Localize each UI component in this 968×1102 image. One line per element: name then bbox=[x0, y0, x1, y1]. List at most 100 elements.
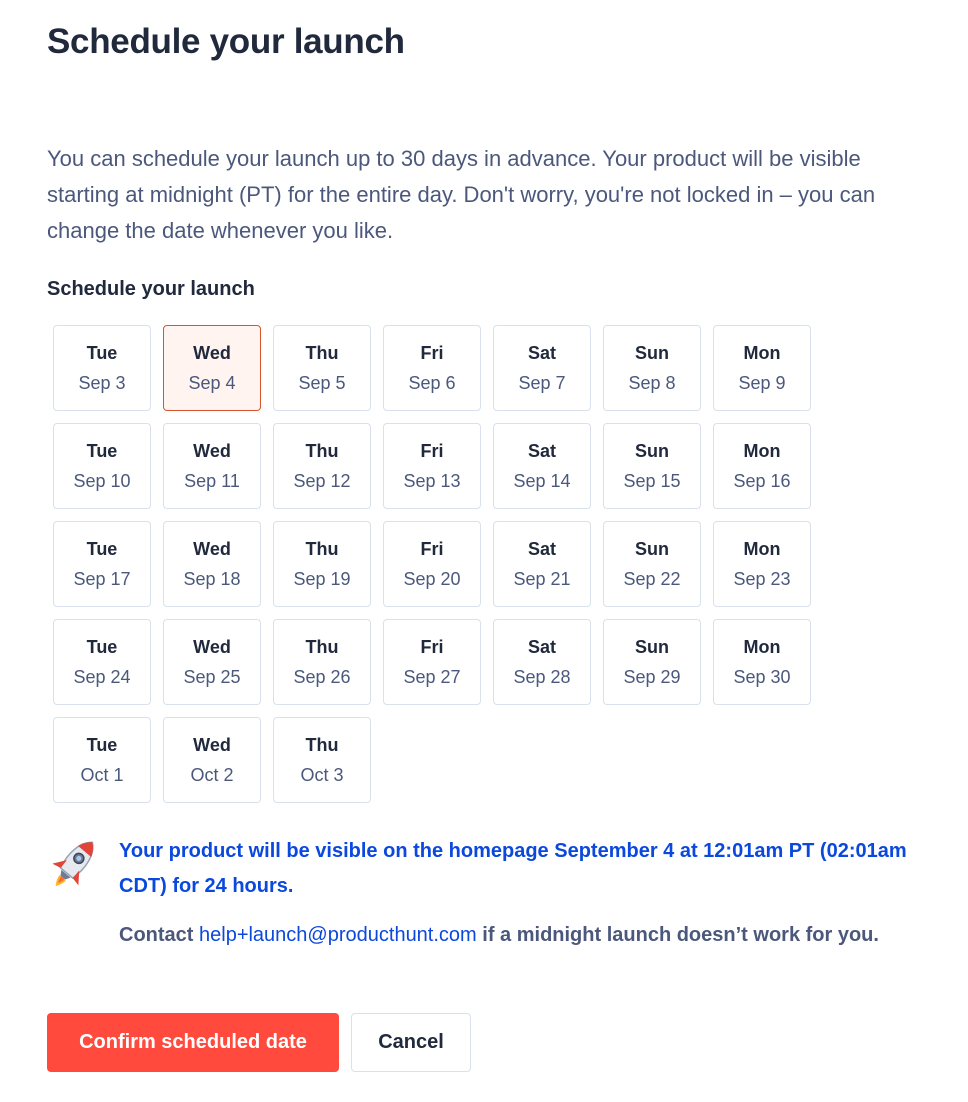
date-option-day: Fri bbox=[420, 343, 444, 363]
contact-email-link[interactable]: help+launch@producthunt.com bbox=[199, 924, 477, 946]
date-option-day: Fri bbox=[420, 637, 444, 657]
date-option-date: Sep 19 bbox=[293, 569, 351, 589]
date-option[interactable]: Tue Sep 24 bbox=[53, 619, 151, 705]
date-option[interactable]: Sun Sep 22 bbox=[603, 521, 701, 607]
date-option-day: Tue bbox=[86, 539, 118, 559]
date-option-day: Tue bbox=[86, 735, 118, 755]
date-option-date: Sep 20 bbox=[403, 569, 461, 589]
date-option[interactable]: Sat Sep 7 bbox=[493, 325, 591, 411]
date-option-day: Thu bbox=[305, 441, 339, 461]
page-title: Schedule your launch bbox=[47, 22, 405, 61]
date-option[interactable]: Thu Sep 5 bbox=[273, 325, 371, 411]
confirm-scheduled-date-button[interactable]: Confirm scheduled date bbox=[47, 1013, 339, 1072]
contact-notice: Contact help+launch@producthunt.com if a… bbox=[119, 918, 919, 953]
date-option-date: Oct 1 bbox=[80, 765, 124, 785]
date-option-date: Sep 5 bbox=[298, 373, 346, 393]
date-option-day: Wed bbox=[193, 343, 231, 363]
date-option-day: Sun bbox=[635, 441, 669, 461]
date-option-date: Sep 21 bbox=[513, 569, 571, 589]
date-option[interactable]: Wed Sep 4 bbox=[163, 325, 261, 411]
date-option-day: Thu bbox=[305, 343, 339, 363]
date-option-day: Tue bbox=[86, 637, 118, 657]
date-option-day: Wed bbox=[193, 735, 231, 755]
date-option-date: Sep 3 bbox=[78, 373, 126, 393]
date-option-date: Sep 24 bbox=[73, 667, 131, 687]
date-option-day: Mon bbox=[743, 343, 781, 363]
date-option-date: Sep 4 bbox=[188, 373, 236, 393]
date-option[interactable]: Wed Oct 2 bbox=[163, 717, 261, 803]
date-picker-grid: Tue Sep 3 Wed Sep 4 Thu Sep 5 Fri Sep 6 Sat Sep 7… bbox=[53, 325, 823, 803]
date-option-day: Mon bbox=[743, 637, 781, 657]
date-option[interactable]: Tue Sep 3 bbox=[53, 325, 151, 411]
date-option-date: Sep 16 bbox=[733, 471, 791, 491]
date-option-date: Sep 17 bbox=[73, 569, 131, 589]
date-option-day: Mon bbox=[743, 539, 781, 559]
date-option-date: Sep 14 bbox=[513, 471, 571, 491]
date-option-day: Thu bbox=[305, 539, 339, 559]
date-option-day: Thu bbox=[305, 637, 339, 657]
date-option-day: Wed bbox=[193, 539, 231, 559]
date-option-day: Sat bbox=[527, 441, 556, 461]
date-option[interactable]: Wed Sep 25 bbox=[163, 619, 261, 705]
date-option[interactable]: Fri Sep 27 bbox=[383, 619, 481, 705]
date-option-date: Sep 8 bbox=[628, 373, 676, 393]
date-option[interactable]: Thu Sep 26 bbox=[273, 619, 371, 705]
date-option-date: Sep 11 bbox=[184, 471, 240, 491]
date-option-day: Sat bbox=[527, 539, 556, 559]
date-option-day: Wed bbox=[193, 637, 231, 657]
date-option-date: Sep 22 bbox=[623, 569, 681, 589]
section-label: Schedule your launch bbox=[47, 278, 255, 300]
visibility-notice: Your product will be visible on the home… bbox=[119, 840, 907, 897]
contact-suffix: if a midnight launch doesn’t work for yo… bbox=[476, 924, 879, 946]
date-option[interactable]: Sun Sep 15 bbox=[603, 423, 701, 509]
contact-prefix: Contact bbox=[119, 924, 199, 946]
date-option-day: Fri bbox=[420, 441, 444, 461]
date-option[interactable]: Fri Sep 20 bbox=[383, 521, 481, 607]
action-buttons: Confirm scheduled date Cancel bbox=[47, 1013, 471, 1072]
date-option-day: Sun bbox=[635, 539, 669, 559]
date-option[interactable]: Fri Sep 13 bbox=[383, 423, 481, 509]
date-option-day: Sun bbox=[635, 343, 669, 363]
date-option-date: Oct 3 bbox=[300, 765, 344, 785]
date-option-date: Sep 25 bbox=[183, 667, 241, 687]
date-option[interactable]: Sun Sep 8 bbox=[603, 325, 701, 411]
date-option-date: Sep 7 bbox=[518, 373, 566, 393]
date-option[interactable]: Tue Sep 17 bbox=[53, 521, 151, 607]
cancel-button[interactable]: Cancel bbox=[351, 1013, 471, 1072]
date-option-date: Sep 27 bbox=[403, 667, 461, 687]
intro-text: You can schedule your launch up to 30 da… bbox=[47, 146, 876, 243]
date-option[interactable]: Thu Sep 19 bbox=[273, 521, 371, 607]
date-option[interactable]: Mon Sep 30 bbox=[713, 619, 811, 705]
date-option-day: Fri bbox=[420, 539, 444, 559]
date-option-day: Sat bbox=[527, 637, 556, 657]
date-option[interactable]: Sat Sep 28 bbox=[493, 619, 591, 705]
date-option[interactable]: Mon Sep 9 bbox=[713, 325, 811, 411]
date-option[interactable]: Tue Oct 1 bbox=[53, 717, 151, 803]
date-option-day: Tue bbox=[86, 343, 118, 363]
date-option-date: Sep 18 bbox=[183, 569, 241, 589]
date-option[interactable]: Sat Sep 21 bbox=[493, 521, 591, 607]
date-option-date: Sep 13 bbox=[403, 471, 461, 491]
date-option-date: Sep 26 bbox=[293, 667, 351, 687]
date-option[interactable]: Mon Sep 23 bbox=[713, 521, 811, 607]
date-option[interactable]: Tue Sep 10 bbox=[53, 423, 151, 509]
date-option-date: Sep 10 bbox=[73, 471, 131, 491]
date-option-date: Sep 6 bbox=[408, 373, 456, 393]
date-option-day: Sat bbox=[527, 343, 556, 363]
date-option[interactable]: Thu Sep 12 bbox=[273, 423, 371, 509]
date-option[interactable]: Thu Oct 3 bbox=[273, 717, 371, 803]
date-option[interactable]: Sat Sep 14 bbox=[493, 423, 591, 509]
date-option[interactable]: Mon Sep 16 bbox=[713, 423, 811, 509]
date-option-date: Sep 23 bbox=[733, 569, 791, 589]
date-option-day: Mon bbox=[743, 441, 781, 461]
date-option[interactable]: Wed Sep 18 bbox=[163, 521, 261, 607]
date-option[interactable]: Wed Sep 11 bbox=[163, 423, 261, 509]
date-option[interactable]: Sun Sep 29 bbox=[603, 619, 701, 705]
date-option-date: Oct 2 bbox=[190, 765, 234, 785]
rocket-icon bbox=[52, 841, 94, 886]
date-option-date: Sep 29 bbox=[623, 667, 681, 687]
date-option-date: Sep 30 bbox=[733, 667, 791, 687]
date-option-date: Sep 15 bbox=[623, 471, 681, 491]
date-option[interactable]: Fri Sep 6 bbox=[383, 325, 481, 411]
date-option-date: Sep 28 bbox=[513, 667, 571, 687]
